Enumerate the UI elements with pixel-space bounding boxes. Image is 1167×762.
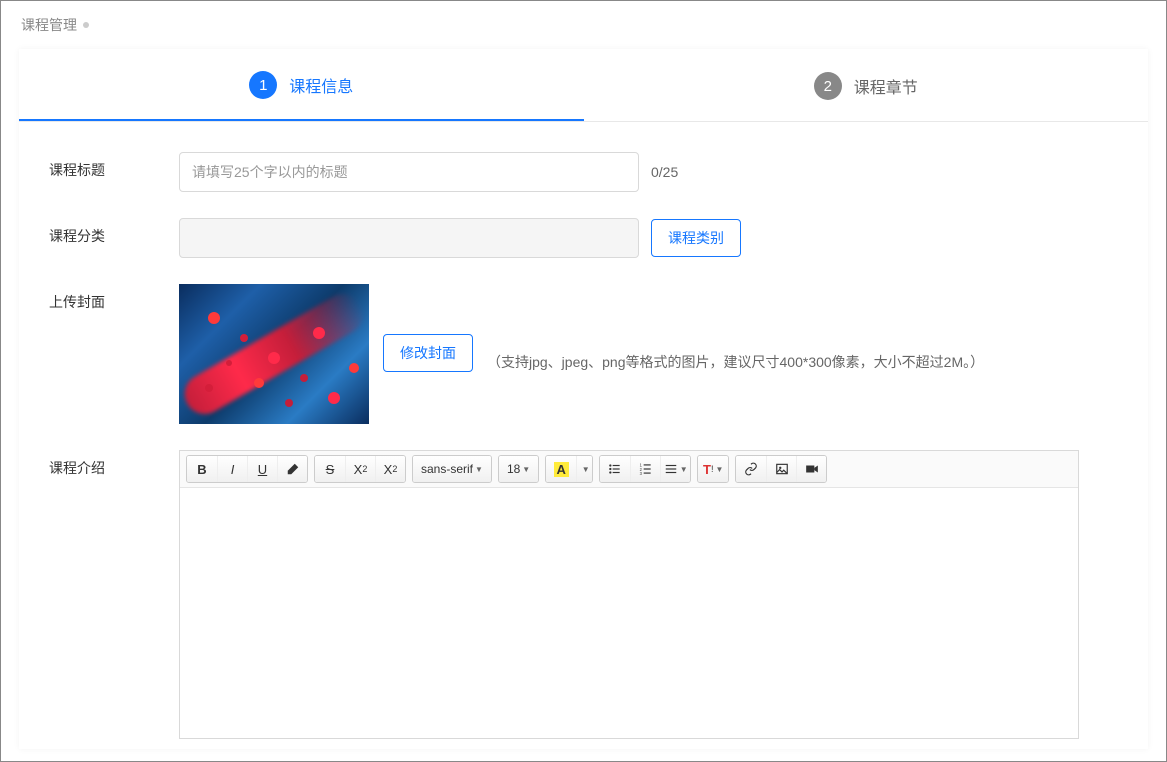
text-color-button[interactable]: A bbox=[546, 456, 576, 482]
tab-course-info[interactable]: 1 课程信息 bbox=[19, 49, 584, 121]
tabs: 1 课程信息 2 课程章节 bbox=[19, 49, 1148, 122]
group-font-family: sans-serif▼ bbox=[412, 455, 492, 483]
cover-image-preview bbox=[179, 284, 369, 424]
rich-editor: B I U S X2 X2 bbox=[179, 450, 1079, 739]
font-size-select[interactable]: 18▼ bbox=[499, 456, 538, 482]
tab-course-chapters[interactable]: 2 课程章节 bbox=[584, 49, 1149, 121]
course-title-input[interactable] bbox=[179, 152, 639, 192]
page-title: 课程管理 bbox=[21, 15, 77, 35]
eraser-icon bbox=[286, 462, 300, 476]
tab-number-2: 2 bbox=[814, 72, 842, 100]
format-clear-button[interactable]: T!▼ bbox=[698, 456, 728, 482]
tab-label-2: 课程章节 bbox=[854, 74, 918, 98]
form-section: 课程标题 0/25 课程分类 课程类别 上传封面 bbox=[19, 122, 1148, 749]
label-course-category: 课程分类 bbox=[49, 218, 179, 246]
erase-button[interactable] bbox=[277, 456, 307, 482]
course-category-button[interactable]: 课程类别 bbox=[651, 219, 741, 257]
tab-label-1: 课程信息 bbox=[289, 73, 353, 97]
insert-image-button[interactable] bbox=[766, 456, 796, 482]
underline-button[interactable]: U bbox=[247, 456, 277, 482]
svg-text:3: 3 bbox=[639, 471, 642, 476]
group-lists: 123 ▼ bbox=[599, 455, 691, 483]
bold-button[interactable]: B bbox=[187, 456, 217, 482]
image-icon bbox=[775, 462, 789, 476]
video-icon bbox=[805, 462, 819, 476]
row-course-category: 课程分类 课程类别 bbox=[49, 218, 1118, 258]
bullet-list-button[interactable] bbox=[600, 456, 630, 482]
label-upload-cover: 上传封面 bbox=[49, 284, 179, 312]
align-icon bbox=[664, 462, 678, 476]
row-upload-cover: 上传封面 修改封面 （支持jpg、jpeg、png等格式的图片，建议尺寸400*… bbox=[49, 284, 1118, 424]
text-color-dropdown[interactable]: ▼ bbox=[576, 456, 592, 482]
course-category-input[interactable] bbox=[179, 218, 639, 258]
group-color: A ▼ bbox=[545, 455, 593, 483]
superscript-button[interactable]: X2 bbox=[345, 456, 375, 482]
tab-number-1: 1 bbox=[249, 71, 277, 99]
label-course-title: 课程标题 bbox=[49, 152, 179, 180]
cover-hint-text: （支持jpg、jpeg、png等格式的图片，建议尺寸400*300像素，大小不超… bbox=[487, 352, 984, 372]
align-button[interactable]: ▼ bbox=[660, 456, 690, 482]
page-header: 课程管理 bbox=[1, 1, 1166, 49]
bullet-list-icon bbox=[608, 462, 622, 476]
font-family-select[interactable]: sans-serif▼ bbox=[413, 456, 491, 482]
group-font-size: 18▼ bbox=[498, 455, 539, 483]
content-card: 1 课程信息 2 课程章节 课程标题 0/25 课程分类 bbox=[19, 49, 1148, 749]
font-family-value: sans-serif bbox=[421, 462, 473, 476]
editor-toolbar: B I U S X2 X2 bbox=[180, 451, 1078, 488]
subscript-button[interactable]: X2 bbox=[375, 456, 405, 482]
group-script: S X2 X2 bbox=[314, 455, 406, 483]
row-course-intro: 课程介绍 B I U S X2 bbox=[49, 450, 1118, 739]
insert-link-button[interactable] bbox=[736, 456, 766, 482]
ordered-list-button[interactable]: 123 bbox=[630, 456, 660, 482]
change-cover-button[interactable]: 修改封面 bbox=[383, 334, 473, 372]
insert-video-button[interactable] bbox=[796, 456, 826, 482]
italic-button[interactable]: I bbox=[217, 456, 247, 482]
ordered-list-icon: 123 bbox=[639, 462, 653, 476]
group-format: T!▼ bbox=[697, 455, 729, 483]
header-dot bbox=[83, 22, 89, 28]
row-course-title: 课程标题 0/25 bbox=[49, 152, 1118, 192]
font-size-value: 18 bbox=[507, 462, 520, 476]
link-icon bbox=[744, 462, 758, 476]
group-text-style: B I U bbox=[186, 455, 308, 483]
strikethrough-button[interactable]: S bbox=[315, 456, 345, 482]
title-char-count: 0/25 bbox=[651, 164, 678, 180]
editor-body[interactable] bbox=[180, 488, 1078, 738]
label-course-intro: 课程介绍 bbox=[49, 450, 179, 478]
group-insert bbox=[735, 455, 827, 483]
